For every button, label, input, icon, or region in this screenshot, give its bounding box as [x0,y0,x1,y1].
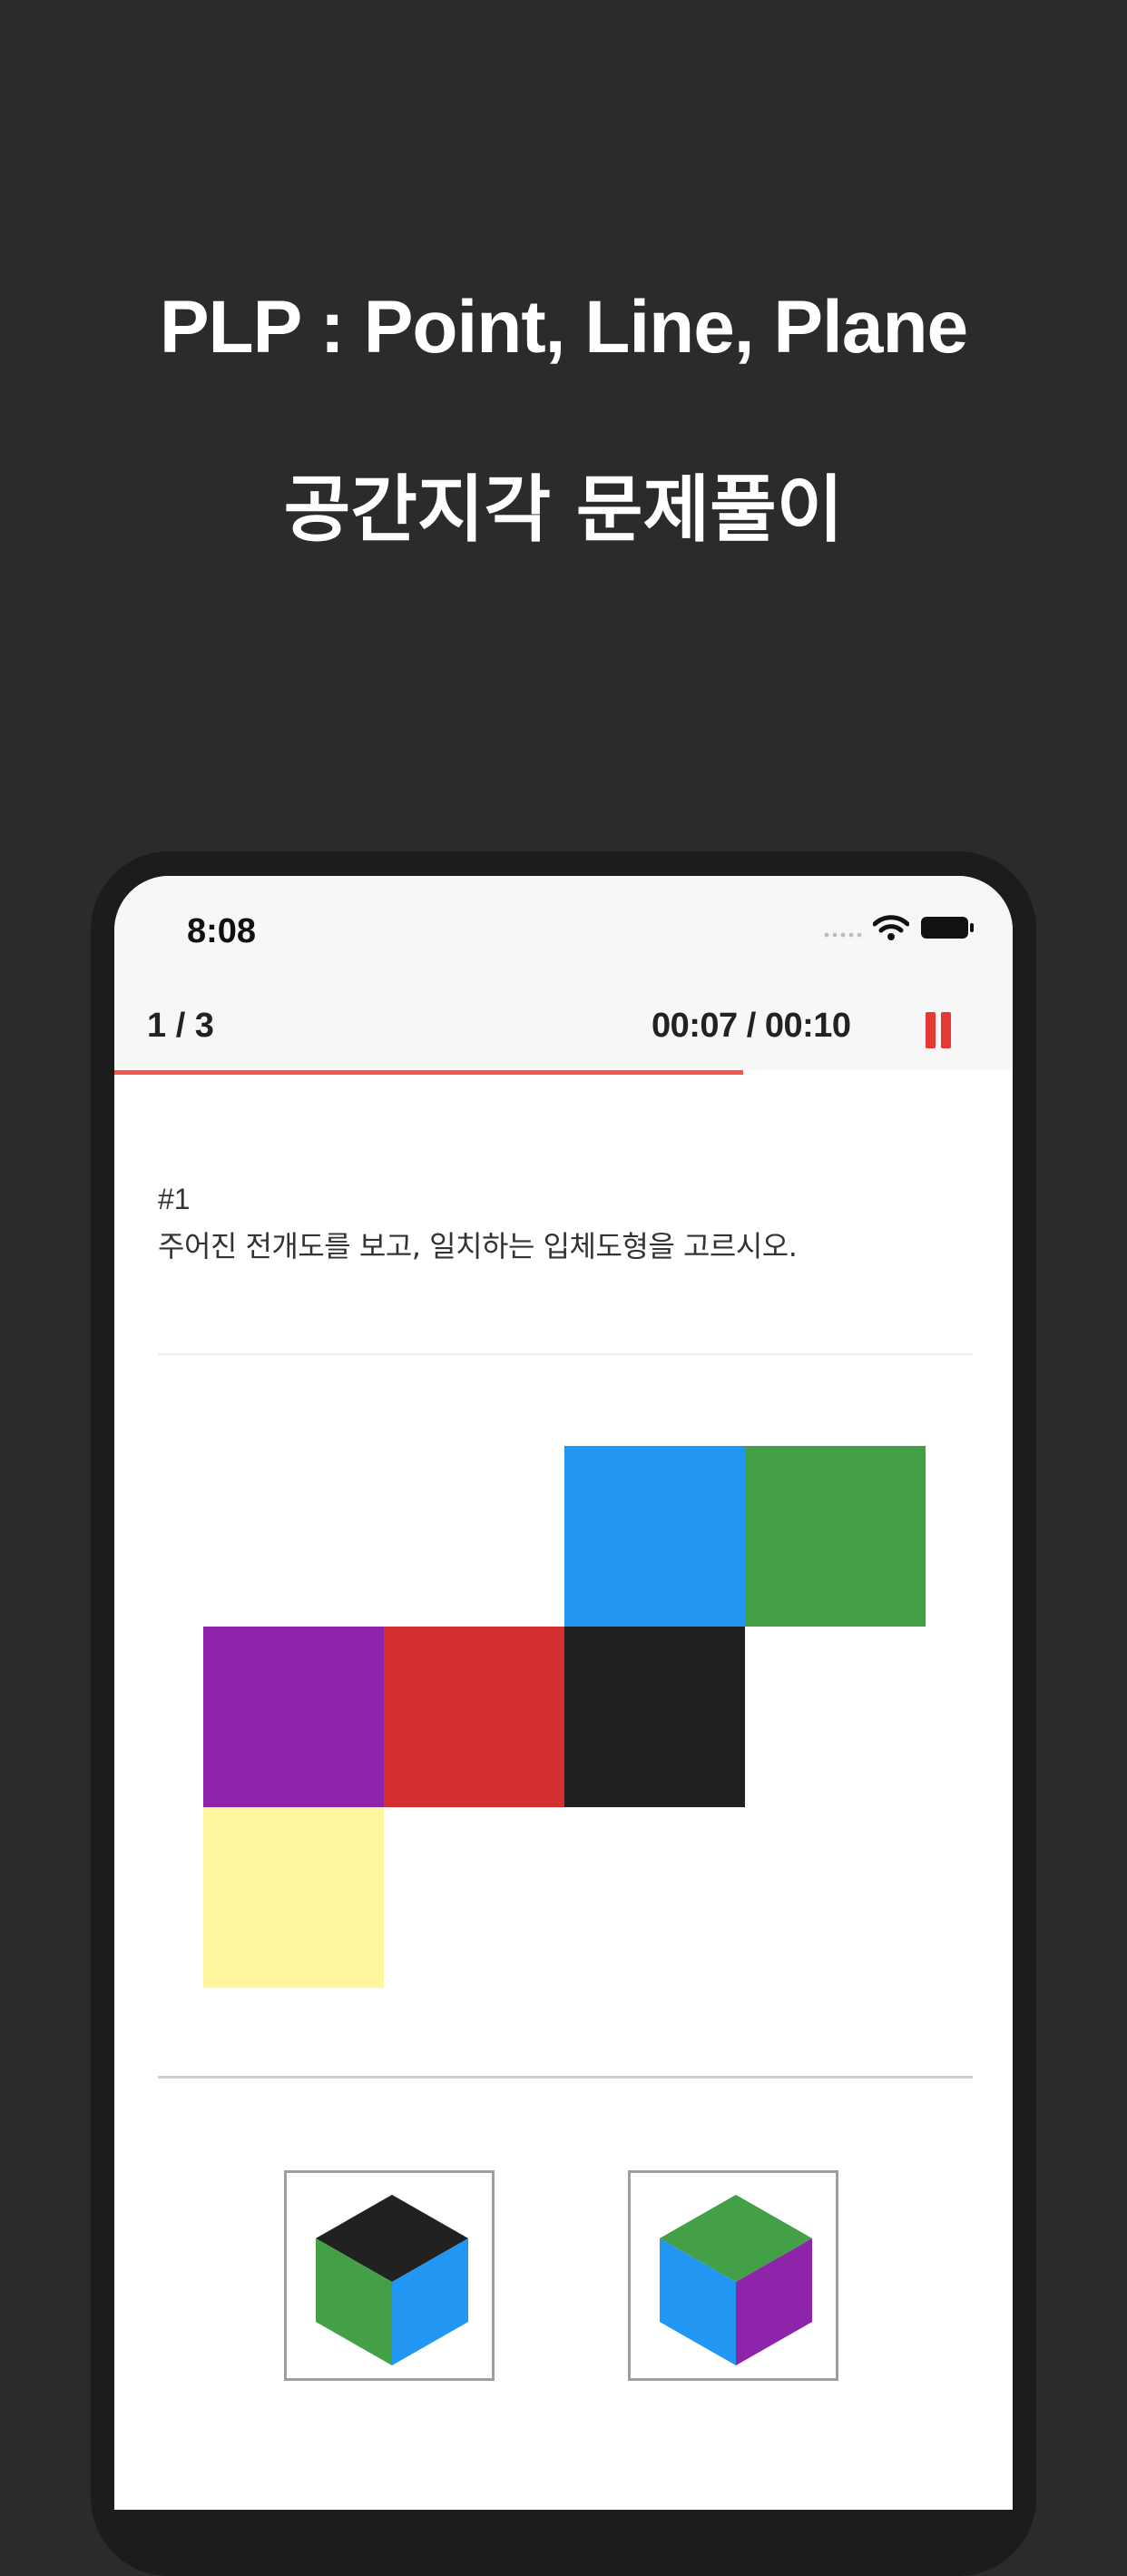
net-face-yellow [203,1807,384,1988]
answer-choice-1[interactable] [284,2170,495,2381]
promo-subtitle: 공간지각 문제풀이 [283,467,844,552]
cube-icon [660,2195,812,2365]
cube-icon [316,2195,468,2365]
answer-choice-2[interactable] [628,2170,838,2381]
cube-net [114,876,1013,2510]
promo-title: PLP : Point, Line, Plane [159,286,968,369]
net-face-purple [203,1627,384,1807]
divider [158,2076,973,2079]
net-face-blue [564,1446,745,1627]
net-face-red [384,1627,564,1807]
net-face-black [564,1627,745,1807]
app-screen: 8:08 1 / 3 00:07 / 00:10 #1 주어진 전개도를 보고, [114,876,1013,2510]
net-face-green [745,1446,926,1627]
